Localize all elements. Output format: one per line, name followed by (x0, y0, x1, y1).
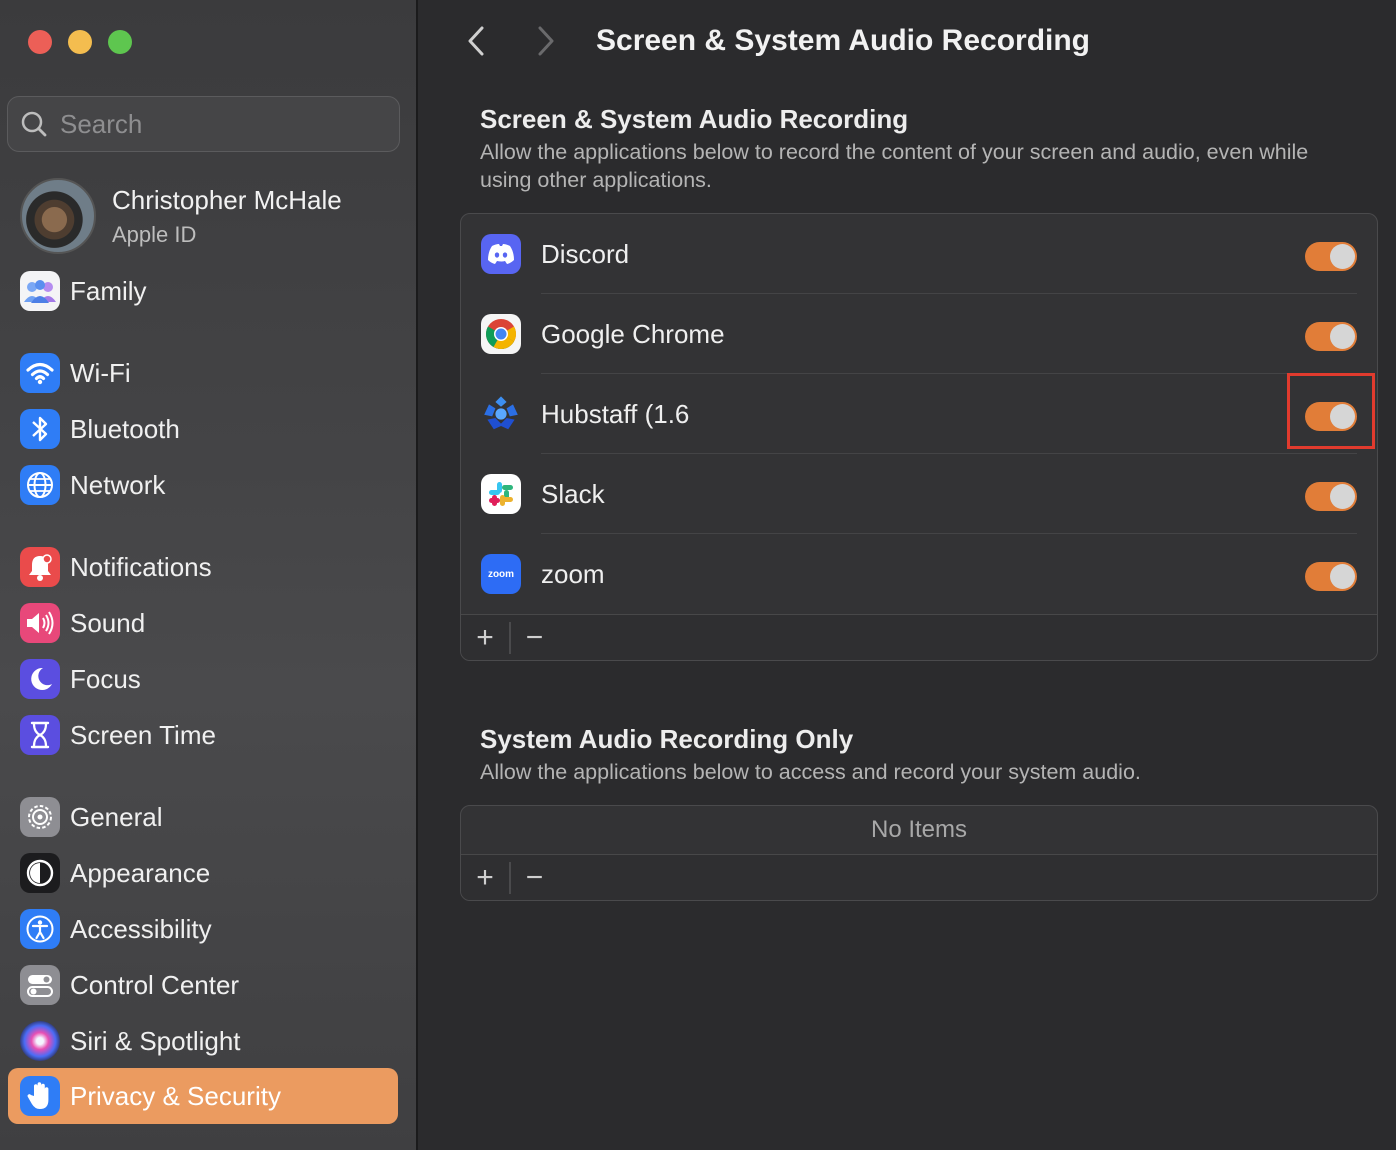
minimize-window-button[interactable] (68, 30, 92, 54)
sidebar: Christopher McHale Apple ID Family Wi-Fi (0, 0, 418, 1150)
hourglass-icon (20, 715, 60, 755)
app-name: Discord (541, 238, 630, 269)
app-row-zoom: zoom zoom (461, 534, 1377, 614)
page-title: Screen & System Audio Recording (596, 24, 1091, 57)
sidebar-item-privacy-security[interactable]: Privacy & Security (8, 1068, 398, 1124)
apple-id-profile[interactable]: Christopher McHale Apple ID (20, 178, 342, 254)
control-center-icon (20, 965, 60, 1005)
app-row-discord: Discord (461, 214, 1377, 294)
chrome-icon (481, 314, 521, 354)
search-input[interactable] (60, 108, 360, 140)
sidebar-item-label: Appearance (70, 857, 211, 888)
sidebar-item-label: Screen Time (70, 719, 216, 750)
navigation-arrows (464, 24, 558, 58)
zoom-icon-text: zoom (487, 568, 515, 580)
panel-footer: + − (461, 614, 1377, 660)
window-controls (28, 30, 132, 54)
profile-subtitle: Apple ID (112, 221, 197, 247)
app-name: Google Chrome (541, 318, 725, 349)
sidebar-item-label: Accessibility (70, 913, 212, 944)
panel-footer: + − (461, 854, 1377, 900)
sidebar-item-label: Sound (70, 607, 146, 638)
sidebar-item-appearance[interactable]: Appearance (8, 845, 398, 901)
sidebar-item-label: Focus (70, 663, 141, 694)
sidebar-item-label: Wi-Fi (70, 357, 131, 388)
zoom-permission-toggle[interactable] (1305, 562, 1357, 591)
sidebar-item-label: General (70, 801, 163, 832)
sidebar-item-label: Family (70, 275, 147, 306)
chrome-permission-toggle[interactable] (1305, 322, 1357, 351)
app-name: Slack (541, 478, 605, 509)
system-audio-app-list: No Items + − (460, 805, 1378, 901)
sidebar-item-network[interactable]: Network (8, 457, 398, 513)
sidebar-item-label: Control Center (70, 969, 240, 1000)
slack-permission-toggle[interactable] (1305, 482, 1357, 511)
screen-recording-app-list: Discord Google Chrome Hubstaff (1.6 Slac… (460, 213, 1378, 661)
empty-list-text: No Items (870, 816, 968, 843)
section-title-system-audio: System Audio Recording Only (480, 724, 854, 754)
sidebar-item-wifi[interactable]: Wi-Fi (8, 345, 398, 401)
search-field[interactable] (7, 96, 400, 152)
back-chevron-icon[interactable] (464, 24, 488, 58)
sidebar-item-general[interactable]: General (8, 789, 398, 845)
wifi-icon (20, 353, 60, 393)
appearance-icon (20, 853, 60, 893)
sidebar-item-accessibility[interactable]: Accessibility (8, 901, 398, 957)
add-app-button[interactable]: + (461, 855, 509, 901)
sidebar-item-bluetooth[interactable]: Bluetooth (8, 401, 398, 457)
remove-app-button[interactable]: − (511, 615, 559, 661)
forward-chevron-icon[interactable] (534, 24, 558, 58)
accessibility-icon (20, 909, 60, 949)
sidebar-item-label: Siri & Spotlight (70, 1025, 241, 1056)
close-window-button[interactable] (28, 30, 52, 54)
sidebar-item-sound[interactable]: Sound (8, 595, 398, 651)
moon-icon (20, 659, 60, 699)
sidebar-item-label: Bluetooth (70, 413, 180, 444)
avatar (20, 178, 96, 254)
bluetooth-icon (20, 409, 60, 449)
search-icon (21, 111, 47, 137)
sidebar-item-screen-time[interactable]: Screen Time (8, 707, 398, 763)
sidebar-item-focus[interactable]: Focus (8, 651, 398, 707)
notifications-bell-icon (20, 547, 60, 587)
profile-name: Christopher McHale (112, 184, 342, 215)
zoom-icon: zoom (481, 554, 521, 594)
gear-icon (20, 797, 60, 837)
slack-icon (481, 474, 521, 514)
section-description-screen-audio: Allow the applications below to record t… (480, 140, 1309, 192)
add-app-button[interactable]: + (461, 615, 509, 661)
sidebar-item-notifications[interactable]: Notifications (8, 539, 398, 595)
sidebar-item-siri-spotlight[interactable]: Siri & Spotlight (8, 1013, 398, 1069)
app-row-slack: Slack (461, 454, 1377, 534)
remove-app-button[interactable]: − (511, 855, 559, 901)
hand-icon (20, 1076, 60, 1116)
sidebar-item-family[interactable]: Family (8, 263, 398, 319)
app-row-hubstaff: Hubstaff (1.6 (461, 374, 1377, 454)
network-globe-icon (20, 465, 60, 505)
sidebar-item-label: Privacy & Security (70, 1080, 281, 1111)
section-description-system-audio: Allow the applications below to access a… (480, 760, 1141, 784)
speaker-icon (20, 603, 60, 643)
highlight-box (1287, 373, 1375, 449)
app-name: Hubstaff (1.6 (541, 398, 690, 429)
discord-permission-toggle[interactable] (1305, 242, 1357, 271)
app-row-google-chrome: Google Chrome (461, 294, 1377, 374)
hubstaff-icon (481, 394, 521, 434)
sidebar-item-control-center[interactable]: Control Center (8, 957, 398, 1013)
siri-icon (20, 1021, 60, 1061)
sidebar-item-label: Notifications (70, 551, 212, 582)
app-name: zoom (541, 558, 605, 589)
family-icon (20, 271, 60, 311)
main-content: Screen & System Audio Recording Screen &… (420, 0, 1396, 1150)
zoom-window-button[interactable] (108, 30, 132, 54)
section-title-screen-audio: Screen & System Audio Recording (480, 104, 909, 134)
discord-icon (481, 234, 521, 274)
sidebar-item-label: Network (70, 469, 166, 500)
